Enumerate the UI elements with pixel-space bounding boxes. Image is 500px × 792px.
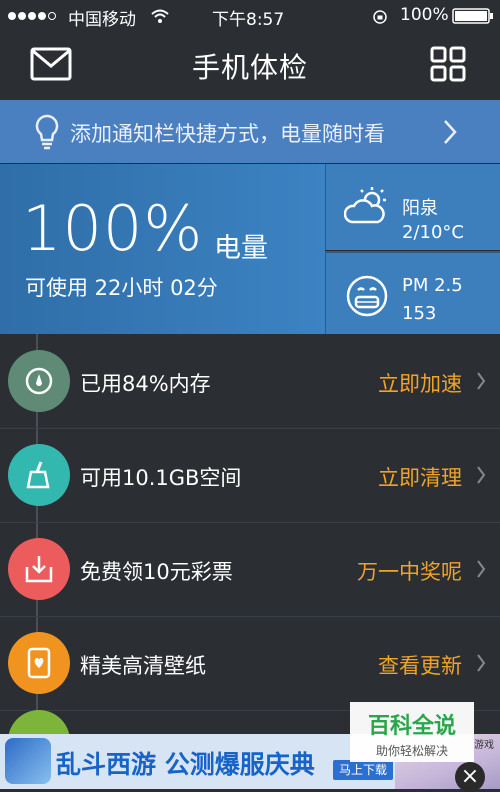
list-item-label: 已用84%内存 <box>80 372 211 396</box>
notification-shortcut-banner[interactable]: 添加通知栏快捷方式，电量随时看 <box>0 100 500 163</box>
partly-cloudy-icon <box>344 187 386 224</box>
ad-text: 乱斗西游 公测爆服庆典 <box>56 750 315 779</box>
list-item-label: 可用10.1GB空间 <box>80 466 242 490</box>
broom-icon <box>8 444 70 506</box>
weather-card[interactable]: 阳泉 2/10°C <box>325 164 500 250</box>
list-item-memory[interactable]: 已用84%内存 立即加速 <box>0 334 500 429</box>
ad-close-button[interactable]: × <box>455 762 485 792</box>
apps-grid-icon[interactable] <box>430 46 466 82</box>
chevron-right-icon <box>477 654 486 672</box>
game-label: 游戏 <box>474 740 494 751</box>
battery-text: 100% <box>400 5 449 25</box>
watermark-subtitle: 助你轻松解决 <box>375 744 448 758</box>
rotation-lock-icon <box>373 10 387 24</box>
ad-download-button[interactable]: 马上下载 <box>333 760 393 780</box>
list-item-wallpaper[interactable]: 精美高清壁纸 查看更新 <box>0 616 500 711</box>
speed-up-link[interactable]: 立即加速 <box>378 368 462 398</box>
face-mask-icon <box>346 275 388 317</box>
air-quality-card[interactable]: PM 2.5 153 <box>325 251 500 336</box>
pm25-value: 153 <box>402 303 437 324</box>
battery-percent: 100% <box>22 192 204 265</box>
list-item-lottery[interactable]: 免费领10元彩票 万一中奖呢 <box>0 522 500 617</box>
chevron-right-icon <box>477 466 486 484</box>
gauge-icon <box>8 350 70 412</box>
chevron-right-icon <box>477 372 486 390</box>
carrier-name: 中国移动 <box>68 10 136 30</box>
checkup-list: 已用84%内存 立即加速 可用10.1GB空间 立即清理 免费领10元彩票 万一… <box>0 334 500 772</box>
chevron-right-icon <box>477 560 486 578</box>
battery-remaining-time: 可使用 22小时 02分 <box>25 276 218 300</box>
wallpaper-icon <box>8 632 70 694</box>
watermark: 百科全说 助你轻松解决 <box>350 702 474 762</box>
wifi-icon <box>151 9 169 23</box>
app-header: 手机体检 <box>0 30 500 100</box>
watermark-title: 百科全说 <box>367 714 456 739</box>
battery-icon <box>452 8 493 24</box>
download-box-icon <box>8 538 70 600</box>
weather-temperature: 2/10°C <box>402 222 464 243</box>
status-time: 下午8:57 <box>212 10 285 30</box>
status-bar: 中国移动 下午8:57 100% <box>0 0 500 30</box>
chevron-right-icon <box>444 120 457 144</box>
battery-panel[interactable]: 100% 电量 可使用 22小时 02分 <box>0 164 325 334</box>
pm25-label: PM 2.5 <box>402 275 463 296</box>
weather-city: 阳泉 <box>402 198 438 219</box>
clean-up-link[interactable]: 立即清理 <box>378 462 462 492</box>
list-item-storage[interactable]: 可用10.1GB空间 立即清理 <box>0 428 500 523</box>
game-icon <box>5 738 51 784</box>
page-title: 手机体检 <box>191 51 308 84</box>
list-item-label: 免费领10元彩票 <box>80 560 233 584</box>
list-item-label: 精美高清壁纸 <box>80 654 206 678</box>
signal-strength-icon <box>8 12 56 20</box>
banner-text: 添加通知栏快捷方式，电量随时看 <box>70 122 385 146</box>
lottery-link[interactable]: 万一中奖呢 <box>357 556 462 586</box>
battery-label: 电量 <box>214 233 268 264</box>
view-updates-link[interactable]: 查看更新 <box>378 650 462 680</box>
lightbulb-icon <box>35 114 59 150</box>
